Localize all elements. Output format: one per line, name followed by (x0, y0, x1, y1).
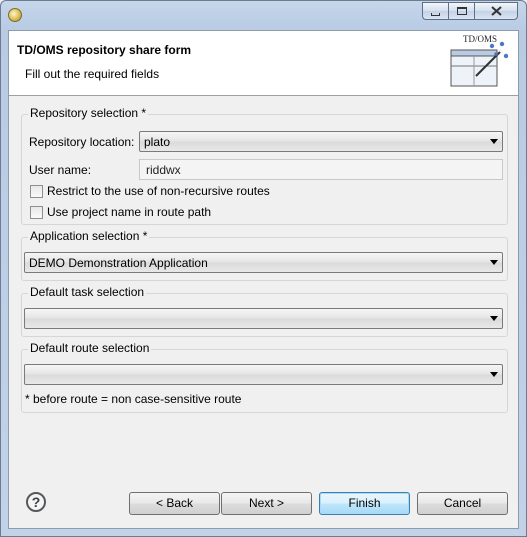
window-wand-icon (450, 41, 509, 87)
task-combo[interactable] (24, 308, 503, 329)
restrict-nonrecursive-label: Restrict to the use of non-recursive rou… (47, 184, 270, 198)
close-icon (490, 6, 502, 16)
wizard-header: TD/OMS repository share form Fill out th… (9, 31, 518, 96)
cancel-button[interactable]: Cancel (417, 492, 508, 515)
application-group-label: Application selection * (28, 229, 150, 243)
wizard-banner-image: TD/OMS (446, 34, 512, 92)
chevron-down-icon (490, 139, 498, 144)
page-subtitle: Fill out the required fields (25, 67, 160, 81)
task-group-label: Default task selection (28, 285, 147, 299)
application-combo[interactable]: DEMO Demonstration Application (24, 252, 503, 273)
user-name-field: riddwx (139, 159, 503, 180)
back-button[interactable]: < Back (129, 492, 220, 515)
close-button[interactable] (474, 2, 518, 20)
help-icon[interactable]: ? (26, 492, 46, 512)
finish-button[interactable]: Finish (319, 492, 410, 515)
use-project-name-label: Use project name in route path (47, 205, 212, 219)
repository-group: Repository selection * Repository locati… (21, 106, 508, 225)
route-group-label: Default route selection (28, 341, 152, 355)
maximize-icon (456, 7, 467, 15)
wizard-footer: ? < Back Next > Finish Cancel (9, 477, 518, 529)
chevron-down-icon (490, 372, 498, 377)
repository-location-label: Repository location: (29, 135, 135, 149)
title-bar[interactable] (1, 1, 526, 29)
restrict-nonrecursive-checkbox[interactable]: Restrict to the use of non-recursive rou… (30, 184, 270, 198)
checkbox-box[interactable] (30, 205, 43, 219)
repository-group-label: Repository selection * (28, 106, 149, 120)
minimize-button[interactable] (422, 2, 448, 20)
route-note: * before route = non case-sensitive rout… (25, 392, 242, 406)
dialog-client: TD/OMS repository share form Fill out th… (8, 30, 519, 529)
checkbox-box[interactable] (30, 184, 43, 198)
task-group: Default task selection (21, 285, 508, 337)
repository-location-value: plato (144, 135, 171, 149)
minimize-icon (431, 12, 440, 16)
help-glyph: ? (31, 494, 41, 510)
route-combo[interactable] (24, 364, 503, 385)
app-icon (8, 8, 22, 22)
chevron-down-icon (490, 316, 498, 321)
route-group: Default route selection * before route =… (21, 341, 508, 413)
maximize-button[interactable] (448, 2, 474, 20)
form-content: Repository selection * Repository locati… (21, 106, 508, 426)
next-button[interactable]: Next > (221, 492, 312, 515)
repository-location-combo[interactable]: plato (139, 131, 503, 152)
dialog-window: TD/OMS repository share form Fill out th… (0, 0, 527, 537)
user-name-value: riddwx (146, 163, 181, 177)
page-title: TD/OMS repository share form (17, 43, 192, 57)
user-name-label: User name: (29, 163, 92, 177)
chevron-down-icon (490, 260, 498, 265)
window-controls (422, 2, 518, 20)
application-value: DEMO Demonstration Application (29, 256, 208, 270)
application-group: Application selection * DEMO Demonstrati… (21, 229, 508, 281)
use-project-name-checkbox[interactable]: Use project name in route path (30, 205, 211, 219)
